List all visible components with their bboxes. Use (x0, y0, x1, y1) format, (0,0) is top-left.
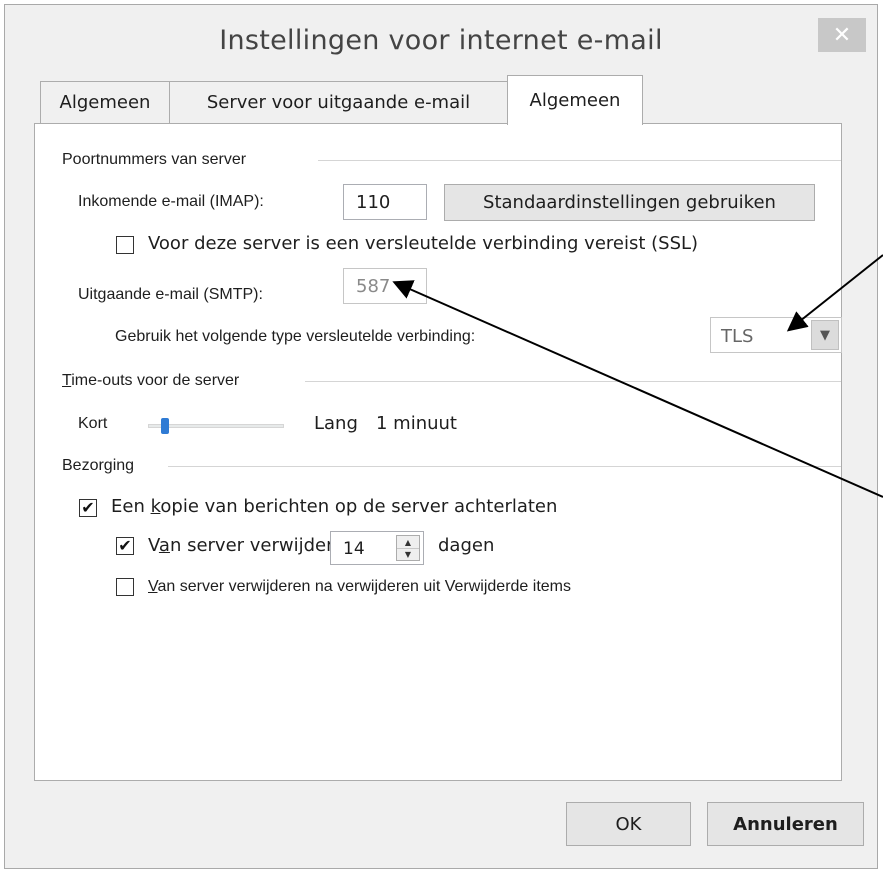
delivery-group-divider (168, 466, 841, 467)
remove-deleted-label: Van server verwijderen na verwijderen ui… (148, 578, 571, 595)
chevron-down-icon[interactable]: ▼ (811, 320, 839, 350)
incoming-port-input[interactable]: 110 (343, 184, 427, 220)
spinner-buttons: ▲ ▼ (396, 535, 420, 561)
outgoing-port-label: Uitgaande e-mail (SMTP): (78, 286, 263, 303)
days-spinner[interactable]: 14 ▲ ▼ (330, 531, 424, 565)
panel-content: Poortnummers van server Inkomende e-mail… (0, 0, 883, 873)
timeouts-group-divider (305, 381, 841, 382)
use-defaults-button[interactable]: Standaardinstellingen gebruiken (444, 184, 815, 221)
days-unit-label: dagen (438, 535, 495, 556)
checkmark-icon: ✔ (118, 536, 132, 555)
ok-button[interactable]: OK (566, 802, 691, 846)
outgoing-port-input[interactable]: 587 (343, 268, 427, 304)
timeout-value: 1 minuut (376, 413, 457, 434)
encryption-label: Gebruik het volgende type versleutelde v… (115, 328, 476, 345)
incoming-port-label: Inkomende e-mail (IMAP): (78, 193, 264, 210)
ports-group-divider (318, 160, 841, 161)
triangle-down-icon[interactable]: ▼ (397, 548, 419, 560)
timeout-short-label: Kort (78, 415, 108, 432)
keep-copy-label: Een kopie van berichten op de server ach… (111, 496, 558, 517)
ports-group-label: Poortnummers van server (62, 151, 247, 168)
timeout-long-label: Lang (314, 413, 358, 434)
encryption-select[interactable]: TLS ▼ (710, 317, 842, 353)
timeouts-group-label: Time-outs voor de server (62, 372, 240, 389)
keep-copy-checkbox[interactable]: ✔ (79, 499, 97, 517)
remove-deleted-checkbox[interactable] (116, 578, 134, 596)
encryption-value: TLS (721, 326, 754, 347)
remove-after-checkbox[interactable]: ✔ (116, 537, 134, 555)
ssl-checkbox[interactable] (116, 236, 134, 254)
cancel-button[interactable]: Annuleren (707, 802, 864, 846)
delivery-group-label: Bezorging (62, 457, 135, 474)
days-value: 14 (343, 539, 365, 559)
checkmark-icon: ✔ (81, 498, 95, 517)
timeout-slider-thumb[interactable] (160, 418, 169, 434)
ssl-label: Voor deze server is een versleutelde ver… (148, 233, 699, 254)
